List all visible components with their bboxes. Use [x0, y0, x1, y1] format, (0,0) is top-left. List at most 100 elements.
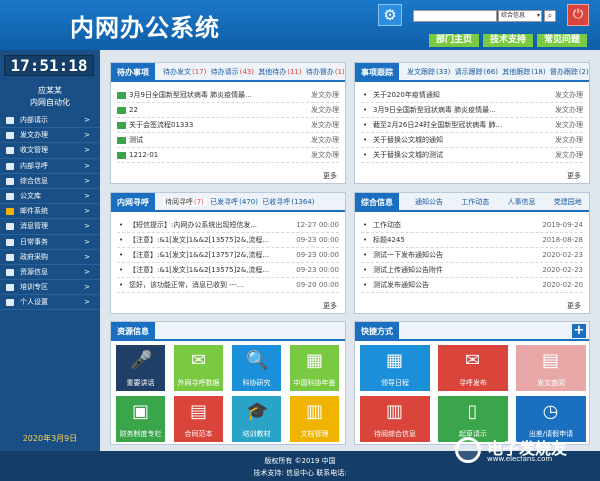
logout-button[interactable]: ⏻	[567, 4, 589, 26]
list-item[interactable]: 1212-01 发文办理	[117, 148, 339, 163]
list-item[interactable]: • 测试上传通知公告附件 2020-02-23	[361, 263, 583, 278]
top-header: 内网办公系统 ⚙ 综合信息 ▾ ⌕ ⏻ 部门主页 技术支持 常见问题	[0, 0, 600, 50]
search-input[interactable]	[413, 10, 497, 22]
more-link[interactable]: 更多	[567, 301, 581, 311]
tech-support-link[interactable]: 技术支持	[483, 34, 533, 47]
document-icon: ▥	[385, 401, 403, 422]
sidebar-item-received[interactable]: 收文管理 >	[0, 143, 100, 159]
sidebar-item-doc-library[interactable]: 公文库 >	[0, 189, 100, 205]
app-title: 内网办公系统	[70, 13, 220, 42]
list-item[interactable]: • 截至2月26日24时全国新型冠状病毒 肺... 发文办理	[361, 118, 583, 133]
list-item[interactable]: • 【注意】:&1[发文]1&&2[13757]2&,流程... 09-23 00:…	[117, 248, 339, 263]
request-icon	[6, 117, 14, 124]
tab-label: 待办发文	[163, 68, 191, 76]
add-shortcut-button[interactable]: +	[572, 324, 586, 338]
sidebar-item-mail[interactable]: 邮件系统 >	[0, 204, 100, 220]
tab-personnel[interactable]: 人事信息	[507, 198, 535, 206]
search-category-select[interactable]: 综合信息 ▾	[498, 10, 542, 22]
more-link[interactable]: 更多	[567, 171, 581, 181]
tile-magnifier[interactable]: 🔍 科协研究	[232, 345, 281, 391]
tab-track-other[interactable]: 其他跟踪(18)	[502, 68, 546, 76]
tile-envelope[interactable]: ✉ 寻呼发布	[438, 345, 508, 391]
tab-count: (1364)	[291, 198, 315, 206]
tile-microphone[interactable]: 🎤 重要讲话	[116, 345, 165, 391]
list-item[interactable]: • 工作动态 2019-09-24	[361, 218, 583, 233]
list-item[interactable]: • 标题4245 2018-08-28	[361, 233, 583, 248]
tab-todo-other[interactable]: 其他待办(11)	[258, 68, 302, 76]
sidebar-item-messages[interactable]: 消息管理 >	[0, 219, 100, 235]
item-time: 12-27 00:00	[296, 221, 339, 229]
tab-track-request[interactable]: 请示跟踪(66)	[455, 68, 499, 76]
tile-books[interactable]: ▥ 文档管理	[290, 396, 339, 442]
tab-notices[interactable]: 通知公告	[415, 198, 443, 206]
tab-track-dispatch[interactable]: 发文跟踪(33)	[407, 68, 451, 76]
tab-todo-request[interactable]: 待办请示(43)	[211, 68, 255, 76]
list-item[interactable]: • 测试发布通知公告 2020-02-20	[361, 278, 583, 293]
tab-count: (1)	[334, 68, 345, 76]
item-text: 测试上传通知公告附件	[373, 266, 443, 274]
item-type: 发文办理	[311, 91, 339, 99]
training-icon	[6, 284, 14, 292]
bullet-icon: •	[363, 136, 368, 144]
resources-title: 资源信息	[111, 322, 155, 341]
list-item[interactable]: 关于会签流程01333 发文办理	[117, 118, 339, 133]
search-button[interactable]: ⌕	[544, 10, 556, 22]
tile-document-search[interactable]: ▤ 发文查阅	[516, 345, 586, 391]
track-tabs: 发文跟踪(33) 请示跟踪(66) 其他跟踪(18) 督办跟踪(2)	[407, 63, 591, 82]
item-type: 发文办理	[555, 136, 583, 144]
tab-track-supervise[interactable]: 督办跟踪(2)	[550, 68, 590, 76]
tab-work-news[interactable]: 工作动态	[461, 198, 489, 206]
faq-link[interactable]: 常见问题	[537, 34, 587, 47]
more-link[interactable]: 更多	[323, 301, 337, 311]
tab-pager-received[interactable]: 已收寻呼(1364)	[262, 198, 315, 206]
list-item[interactable]: • 3月9日全国新型冠状病毒 肺炎疫情最... 发文办理	[361, 103, 583, 118]
more-link[interactable]: 更多	[323, 171, 337, 181]
list-item[interactable]: • 【短信提示】:内网办公系统出现短信发... 12-27 00:00	[117, 218, 339, 233]
tab-pager-sent[interactable]: 已发寻呼(470)	[210, 198, 259, 206]
tile-document[interactable]: ▥ 待阅综合信息	[360, 396, 430, 442]
dept-home-link[interactable]: 部门主页	[429, 34, 479, 47]
sidebar-item-internal-request[interactable]: 内部请示 >	[0, 113, 100, 129]
list-item[interactable]: • 关于替换公文城的通知 发文办理	[361, 133, 583, 148]
tile-calendar[interactable]: ▦ 领导日程	[360, 345, 430, 391]
item-text: 【注意】:&1[发文]1&&2[13575]2&,流程...	[129, 236, 270, 244]
list-item[interactable]: 22 发文办理	[117, 103, 339, 118]
map-icon: ▦	[305, 350, 323, 371]
tab-party[interactable]: 党建园地	[554, 198, 582, 206]
sidebar-item-settings[interactable]: 个人设置 >	[0, 295, 100, 311]
settings-button[interactable]: ⚙	[378, 4, 402, 26]
list-item[interactable]: 3月9日全国新型冠状病毒 肺炎疫情最... 发文办理	[117, 88, 339, 103]
sidebar-item-pager[interactable]: 内部寻呼 >	[0, 159, 100, 174]
magnifier-icon: 🔍	[246, 350, 269, 371]
tab-todo-supervise[interactable]: 待办督办(1)	[306, 68, 346, 76]
item-text: 【注意】:&1[发文]1&&2[13575]2&,流程...	[129, 266, 270, 274]
list-item[interactable]: • 关于替换公文城的测试 发文办理	[361, 148, 583, 163]
tile-briefcase[interactable]: ▣ 财务制度专栏	[116, 396, 165, 442]
tile-envelope[interactable]: ✉ 外网寻呼数据	[174, 345, 223, 391]
list-item[interactable]: • 您好，该功能正常，消息已收到 ---... 09-20 00:00	[117, 278, 339, 293]
todo-list: 3月9日全国新型冠状病毒 肺炎疫情最... 发文办理 22 发文办理 关于会签流程0…	[117, 88, 339, 163]
sidebar-item-dispatch[interactable]: 发文办理 >	[0, 128, 100, 144]
sidebar-item-daily[interactable]: 日常事务 >	[0, 235, 100, 250]
list-item[interactable]: • 【注意】:&1[发文]1&&2[13575]2&,流程... 09-23 00:…	[117, 233, 339, 248]
tab-pager-unread[interactable]: 待阅寻呼(7)	[163, 198, 207, 206]
track-list: • 关于2020年疫情通知 发文办理 • 3月9日全国新型冠状病毒 肺炎疫情最... 发…	[361, 88, 583, 163]
sidebar-item-procurement[interactable]: 政府采购 >	[0, 250, 100, 265]
list-item[interactable]: 测试 发文办理	[117, 133, 339, 148]
tile-map[interactable]: ▦ 中国科协年鉴	[290, 345, 339, 391]
sidebar-item-label: 收文管理	[20, 146, 48, 155]
sidebar-item-resources[interactable]: 资源信息 >	[0, 265, 100, 281]
sidebar-item-info[interactable]: 综合信息 >	[0, 174, 100, 189]
tab-todo-dispatch[interactable]: 待办发文(17)	[163, 68, 207, 76]
item-time: 09-23 00:00	[296, 266, 339, 274]
sidebar-item-training[interactable]: 培训专区 >	[0, 280, 100, 296]
envelope-icon	[6, 162, 14, 170]
tile-graduation-cap[interactable]: 🎓 培训教材	[232, 396, 281, 442]
list-item[interactable]: • 关于2020年疫情通知 发文办理	[361, 88, 583, 103]
item-text: 3月9日全国新型冠状病毒 肺炎疫情最...	[129, 91, 252, 99]
bullet-icon: •	[363, 251, 368, 259]
tile-contract[interactable]: ▤ 合同范本	[174, 396, 223, 442]
list-item[interactable]: • 【注意】:&1[发文]1&&2[13575]2&,流程... 09-23 00:…	[117, 263, 339, 278]
user-name: 应某某	[38, 86, 62, 95]
list-item[interactable]: • 测试一下发布通知公告 2020-02-23	[361, 248, 583, 263]
